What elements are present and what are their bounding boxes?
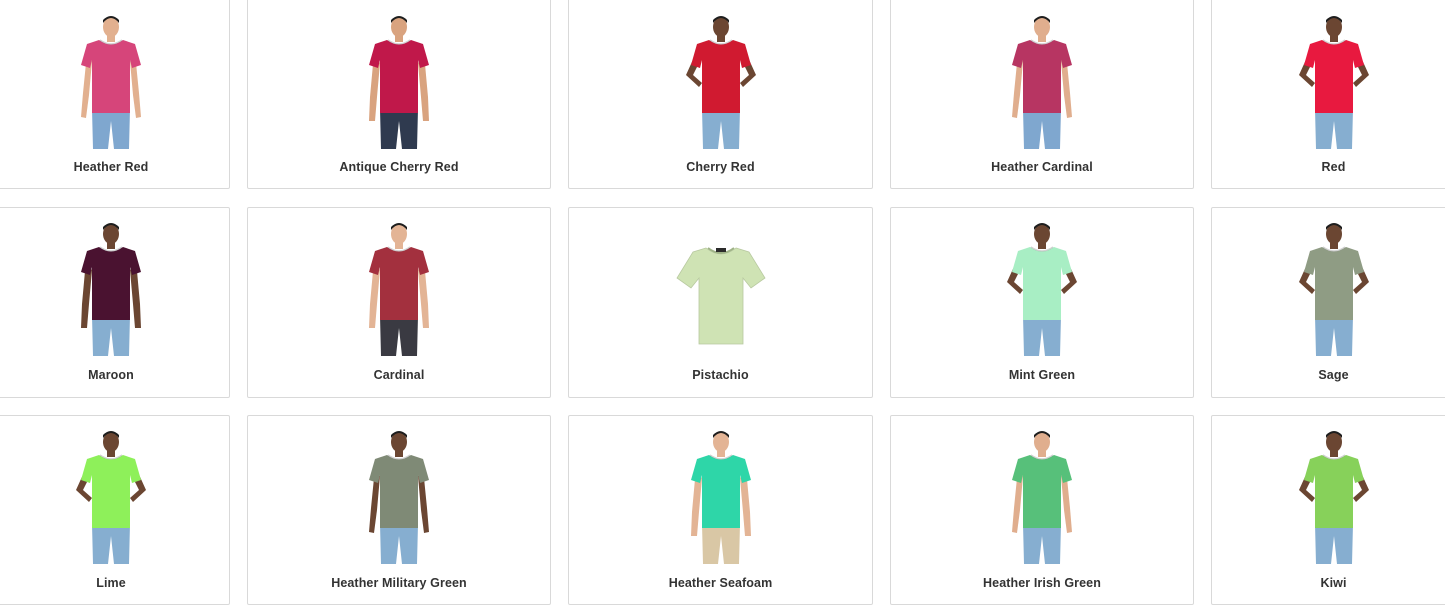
color-swatch-card[interactable]: Lime: [0, 415, 230, 605]
model-wearing-tshirt-image: [369, 223, 429, 356]
product-photo: [671, 428, 771, 564]
model-wearing-tshirt-image: [81, 223, 141, 356]
color-swatch-card[interactable]: Red: [1211, 0, 1445, 189]
color-swatch-card[interactable]: Antique Cherry Red: [247, 0, 551, 189]
color-swatch-card[interactable]: Maroon: [0, 207, 230, 398]
model-wearing-tshirt-image: [1298, 16, 1369, 149]
product-photo: [1284, 428, 1384, 564]
model-wearing-tshirt-image: [1298, 431, 1369, 564]
color-name-label: Heather Military Green: [331, 576, 467, 590]
product-photo: [992, 428, 1092, 564]
color-swatch-card[interactable]: Heather Military Green: [247, 415, 551, 605]
color-swatch-grid: Heather Red Antique Cherry Red Cherry Red H…: [0, 0, 1445, 610]
color-swatch-card[interactable]: Heather Irish Green: [890, 415, 1194, 605]
product-photo: [671, 13, 771, 149]
product-photo: [1284, 220, 1384, 356]
color-name-label: Cherry Red: [686, 160, 755, 174]
model-wearing-tshirt-image: [81, 16, 141, 149]
color-name-label: Cardinal: [373, 368, 425, 382]
color-swatch-card[interactable]: Kiwi: [1211, 415, 1445, 605]
product-photo: [61, 13, 161, 149]
color-swatch-card[interactable]: Heather Cardinal: [890, 0, 1194, 189]
color-name-label: Sage: [1318, 368, 1349, 382]
model-wearing-tshirt-image: [1012, 431, 1072, 564]
model-wearing-tshirt-image: [1012, 16, 1072, 149]
product-photo: [992, 220, 1092, 356]
product-photo: [992, 13, 1092, 149]
product-photo: [61, 428, 161, 564]
product-photo: [349, 220, 449, 356]
color-name-label: Lime: [96, 576, 126, 590]
model-wearing-tshirt-image: [1298, 223, 1369, 356]
product-photo: [349, 428, 449, 564]
product-photo: [1284, 13, 1384, 149]
product-photo: [349, 13, 449, 149]
color-swatch-card[interactable]: Heather Red: [0, 0, 230, 189]
model-wearing-tshirt-image: [1007, 223, 1077, 356]
color-name-label: Heather Cardinal: [991, 160, 1093, 174]
color-name-label: Kiwi: [1320, 576, 1347, 590]
tshirt-flat-image: [675, 247, 766, 345]
model-wearing-tshirt-image: [369, 431, 429, 564]
model-wearing-tshirt-image: [685, 16, 756, 149]
product-photo: [671, 220, 771, 356]
color-swatch-card[interactable]: Mint Green: [890, 207, 1194, 398]
model-wearing-tshirt-image: [369, 16, 429, 149]
color-swatch-card[interactable]: Cardinal: [247, 207, 551, 398]
color-swatch-card[interactable]: Pistachio: [568, 207, 873, 398]
color-swatch-card[interactable]: Cherry Red: [568, 0, 873, 189]
color-name-label: Heather Irish Green: [983, 576, 1101, 590]
color-swatch-card[interactable]: Heather Seafoam: [568, 415, 873, 605]
color-name-label: Heather Red: [73, 160, 149, 174]
color-name-label: Heather Seafoam: [668, 576, 773, 590]
color-name-label: Mint Green: [1008, 368, 1076, 382]
product-photo: [61, 220, 161, 356]
color-name-label: Maroon: [88, 368, 134, 382]
color-name-label: Red: [1321, 160, 1346, 174]
color-name-label: Pistachio: [692, 368, 749, 382]
model-wearing-tshirt-image: [76, 431, 146, 564]
color-name-label: Antique Cherry Red: [339, 160, 459, 174]
color-swatch-card[interactable]: Sage: [1211, 207, 1445, 398]
model-wearing-tshirt-image: [690, 431, 751, 564]
